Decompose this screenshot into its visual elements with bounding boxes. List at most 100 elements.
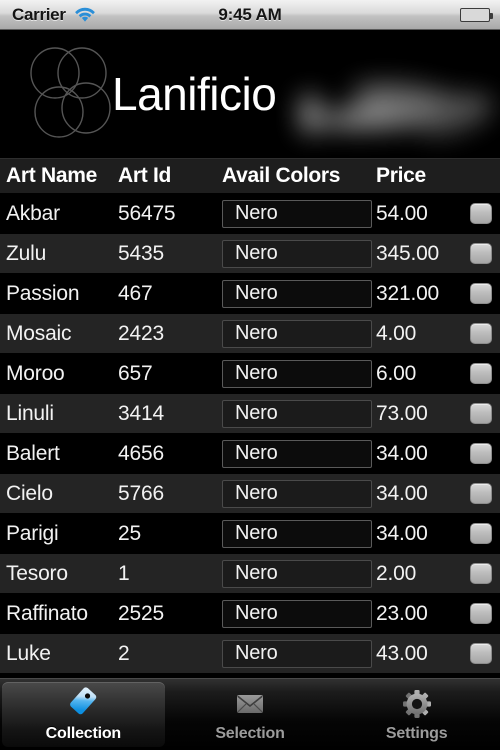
tab-label-selection: Selection — [215, 724, 285, 742]
envelope-icon — [231, 687, 269, 721]
cell-action — [462, 243, 500, 264]
color-select[interactable]: Nero — [222, 359, 372, 388]
color-select[interactable]: Nero — [222, 439, 372, 468]
cell-price: 2.00 — [376, 561, 417, 585]
row-action-button[interactable] — [470, 243, 492, 264]
table-row[interactable]: Linuli 3414 Nero 73.00 — [0, 394, 500, 434]
cell-art-id: 25 — [118, 521, 141, 545]
table-row[interactable]: Cielo 5766 Nero 34.00 — [0, 474, 500, 514]
cell-art-id: 3414 — [118, 401, 164, 425]
table-row[interactable]: Akbar 56475 Nero 54.00 — [0, 194, 500, 234]
cell-art-name: Linuli — [6, 401, 54, 425]
row-action-button[interactable] — [470, 603, 492, 624]
cell-price: 345.00 — [376, 241, 440, 265]
column-header-art-name: Art Name — [6, 164, 97, 187]
color-select[interactable]: Nero — [222, 399, 372, 428]
cell-art-id: 4656 — [118, 441, 164, 465]
table-row[interactable]: Tesoro 1 Nero 2.00 — [0, 554, 500, 594]
table-row[interactable]: Parigi 25 Nero 34.00 — [0, 514, 500, 554]
battery-icon — [460, 7, 493, 22]
row-action-button[interactable] — [470, 523, 492, 544]
carrier-label: Carrier — [12, 4, 66, 24]
table-row[interactable]: Moroo 657 Nero 6.00 — [0, 354, 500, 394]
table-row[interactable]: Luke 2 Nero 43.00 — [0, 634, 500, 674]
cell-price: 4.00 — [376, 321, 417, 345]
cell-price: 43.00 — [376, 641, 428, 665]
tab-bar: Collection Selection Settings — [0, 678, 500, 750]
cell-art-name: Akbar — [6, 201, 60, 225]
color-select[interactable]: Nero — [222, 279, 372, 308]
table-row[interactable]: Mosaic 2423 Nero 4.00 — [0, 314, 500, 354]
row-action-button[interactable] — [470, 203, 492, 224]
row-action-button[interactable] — [470, 323, 492, 344]
cell-art-id: 5435 — [118, 241, 164, 265]
row-action-button[interactable] — [470, 443, 492, 464]
status-bar-left: Carrier — [0, 5, 96, 25]
cell-price: 23.00 — [376, 601, 428, 625]
row-action-button[interactable] — [470, 403, 492, 424]
tab-selection[interactable]: Selection — [169, 682, 332, 747]
tab-settings[interactable]: Settings — [335, 682, 498, 747]
clock-label: 9:45 AM — [218, 4, 282, 24]
cell-action — [462, 363, 500, 384]
cell-action — [462, 483, 500, 504]
table-row[interactable]: Raffinato 2525 Nero 23.00 — [0, 594, 500, 634]
cell-art-id: 657 — [118, 361, 153, 385]
cell-avail-colors: Nero — [222, 559, 376, 588]
page-title: Lanificio — [112, 68, 277, 120]
status-bar-right — [460, 7, 500, 22]
cell-art-id: 467 — [118, 281, 153, 305]
cell-art-id: 5766 — [118, 481, 164, 505]
color-select[interactable]: Nero — [222, 599, 372, 628]
cell-action — [462, 323, 500, 344]
cell-price: 34.00 — [376, 481, 428, 505]
app-screen: Carrier 9:45 AM Lanificio Art Name Art I… — [0, 0, 500, 750]
cell-art-name: Tesoro — [6, 561, 68, 585]
row-action-button[interactable] — [470, 483, 492, 504]
column-header-price: Price — [376, 164, 426, 187]
tab-collection[interactable]: Collection — [2, 682, 165, 747]
cell-action — [462, 643, 500, 664]
row-action-button[interactable] — [470, 563, 492, 584]
cell-avail-colors: Nero — [222, 479, 376, 508]
color-select[interactable]: Nero — [222, 479, 372, 508]
tab-label-settings: Settings — [385, 724, 448, 742]
tag-icon — [64, 686, 102, 721]
color-select[interactable]: Nero — [222, 559, 372, 588]
cell-action — [462, 403, 500, 424]
row-action-button[interactable] — [470, 643, 492, 664]
cell-art-name: Zulu — [6, 241, 47, 265]
cell-action — [462, 523, 500, 544]
cell-art-name: Cielo — [6, 481, 53, 505]
cell-price: 34.00 — [376, 441, 428, 465]
color-select[interactable]: Nero — [222, 639, 372, 668]
table-row[interactable]: Passion 467 Nero 321.00 — [0, 274, 500, 314]
blurred-redacted-graphic-icon — [300, 76, 500, 154]
cell-avail-colors: Nero — [222, 319, 376, 348]
cell-avail-colors: Nero — [222, 599, 376, 628]
cell-art-id: 1 — [118, 561, 130, 585]
color-select[interactable]: Nero — [222, 239, 372, 268]
row-action-button[interactable] — [470, 283, 492, 304]
cell-art-id: 56475 — [118, 201, 176, 225]
row-action-button[interactable] — [470, 363, 492, 384]
cell-price: 54.00 — [376, 201, 428, 225]
art-collection-table: Art Name Art Id Avail Colors Price Akbar… — [0, 158, 500, 674]
wifi-icon — [74, 7, 96, 23]
cell-avail-colors: Nero — [222, 639, 376, 668]
color-select[interactable]: Nero — [222, 319, 372, 348]
cell-art-name: Luke — [6, 641, 51, 665]
table-body: Akbar 56475 Nero 54.00 Zulu 5435 Nero 345.00 Pas… — [0, 194, 500, 674]
cell-avail-colors: Nero — [222, 439, 376, 468]
cell-avail-colors: Nero — [222, 399, 376, 428]
color-select[interactable]: Nero — [222, 199, 372, 228]
cell-avail-colors: Nero — [222, 279, 376, 308]
cell-action — [462, 443, 500, 464]
table-row[interactable]: Balert 4656 Nero 34.00 — [0, 434, 500, 474]
overlapping-circles-logo-icon — [18, 42, 126, 148]
color-select[interactable]: Nero — [222, 519, 372, 548]
cell-art-name: Raffinato — [6, 601, 88, 625]
table-row[interactable]: Zulu 5435 Nero 345.00 — [0, 234, 500, 274]
table-header-row: Art Name Art Id Avail Colors Price — [0, 158, 500, 194]
cell-action — [462, 563, 500, 584]
